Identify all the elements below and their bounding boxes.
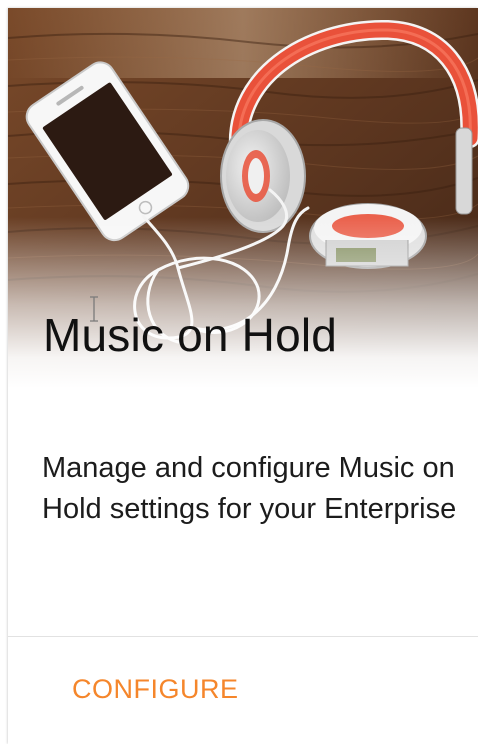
hero-image: Music on Hold <box>8 8 478 388</box>
music-on-hold-card: Music on Hold Manage and configure Music… <box>8 8 478 744</box>
card-description: Manage and configure Music on Hold setti… <box>42 452 457 525</box>
card-divider <box>8 636 478 637</box>
configure-button[interactable]: CONFIGURE <box>58 668 253 711</box>
text-cursor-icon <box>90 296 98 322</box>
